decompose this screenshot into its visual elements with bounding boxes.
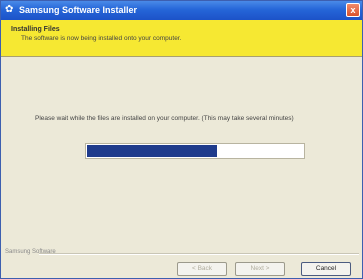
back-button[interactable]: < Back [177, 262, 227, 276]
next-button[interactable]: Next > [235, 262, 285, 276]
step-title: Installing Files [11, 26, 60, 33]
step-subtitle: The software is now being installed onto… [21, 35, 182, 42]
title-bar[interactable]: ✿ Samsung Software Installer x [1, 1, 362, 20]
cancel-button[interactable]: Cancel [301, 262, 351, 276]
install-progress-bar [85, 143, 305, 159]
installer-app-icon: ✿ [5, 4, 14, 15]
close-button[interactable]: x [346, 3, 360, 17]
header-band: Installing Files The software is now bei… [1, 20, 362, 57]
progress-fill [87, 145, 217, 157]
installer-window: ✿ Samsung Software Installer x Installin… [0, 0, 363, 279]
footer-divider [39, 253, 359, 255]
status-message: Please wait while the files are installe… [35, 115, 294, 122]
window-title: Samsung Software Installer [19, 5, 138, 15]
